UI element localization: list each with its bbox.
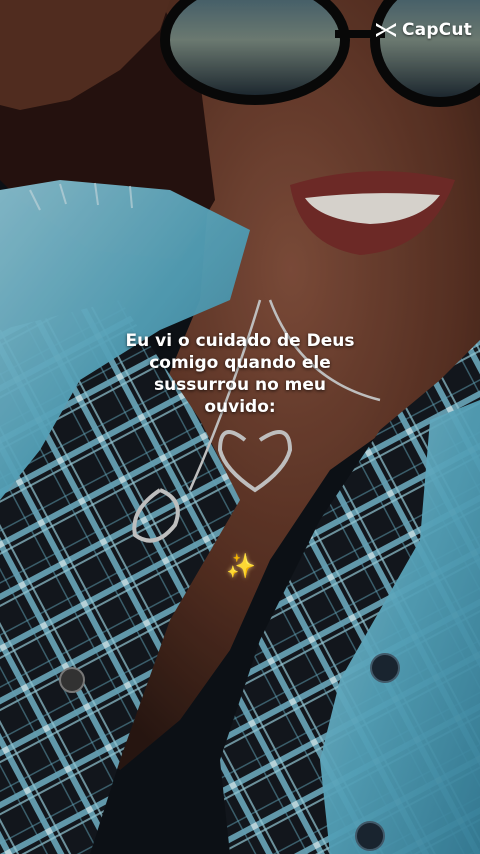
video-frame: CapCut Eu vi o cuidado de Deus comigo qu… (0, 0, 480, 854)
capcut-watermark: CapCut (374, 20, 472, 40)
caption-line: sussurrou no meu (153, 375, 327, 395)
capcut-label: CapCut (401, 20, 472, 40)
capcut-logo-icon (375, 23, 396, 37)
sparkles-icon: ✨ (226, 553, 256, 580)
caption-line: comigo quando ele (149, 353, 331, 373)
caption-line: ouvido: (204, 397, 276, 417)
caption-text: Eu vi o cuidado de Deus comigo quando el… (90, 330, 390, 418)
caption-line: Eu vi o cuidado de Deus (125, 331, 355, 351)
background-photo (0, 0, 480, 854)
